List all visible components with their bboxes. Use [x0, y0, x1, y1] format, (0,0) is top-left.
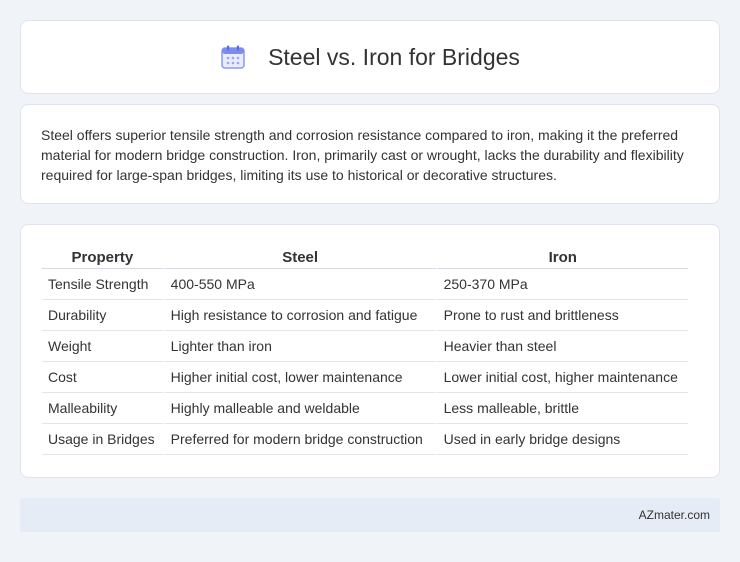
comparison-table-card: Property Steel Iron Tensile Strength 400…	[20, 224, 720, 478]
cell-steel: High resistance to corrosion and fatigue	[162, 300, 436, 331]
cell-property: Cost	[42, 362, 163, 393]
table-row: Usage in Bridges Preferred for modern br…	[42, 424, 688, 455]
summary-text: Steel offers superior tensile strength a…	[41, 127, 684, 183]
header-property: Property	[42, 247, 163, 269]
header-iron: Iron	[435, 247, 688, 269]
cell-iron: Lower initial cost, higher maintenance	[435, 362, 688, 393]
cell-iron: Less malleable, brittle	[435, 393, 688, 424]
cell-property: Tensile Strength	[42, 269, 163, 300]
table-row: Tensile Strength 400-550 MPa 250-370 MPa	[42, 269, 688, 300]
cell-steel: Highly malleable and weldable	[162, 393, 436, 424]
page-title: Steel vs. Iron for Bridges	[268, 43, 520, 70]
cell-property: Usage in Bridges	[42, 424, 163, 455]
comparison-table: Property Steel Iron Tensile Strength 400…	[42, 247, 688, 455]
table-header-row: Property Steel Iron	[42, 247, 688, 269]
cell-steel: Lighter than iron	[162, 331, 436, 362]
cell-iron: Heavier than steel	[435, 331, 688, 362]
table-row: Weight Lighter than iron Heavier than st…	[42, 331, 688, 362]
cell-iron: 250-370 MPa	[435, 269, 688, 300]
cell-steel: Higher initial cost, lower maintenance	[162, 362, 436, 393]
summary-card: Steel offers superior tensile strength a…	[20, 104, 720, 204]
table-row: Malleability Highly malleable and weldab…	[42, 393, 688, 424]
title-card: Steel vs. Iron for Bridges	[20, 20, 720, 94]
table-row: Durability High resistance to corrosion …	[42, 300, 688, 331]
cell-property: Weight	[42, 331, 163, 362]
footer-credit: AZmater.com	[638, 508, 710, 522]
footer-bar: AZmater.com	[20, 498, 720, 532]
cell-iron: Used in early bridge designs	[435, 424, 688, 455]
calendar-icon	[220, 44, 246, 70]
header-steel: Steel	[162, 247, 436, 269]
table-row: Cost Higher initial cost, lower maintena…	[42, 362, 688, 393]
cell-property: Malleability	[42, 393, 163, 424]
cell-property: Durability	[42, 300, 163, 331]
cell-iron: Prone to rust and brittleness	[435, 300, 688, 331]
cell-steel: Preferred for modern bridge construction	[162, 424, 436, 455]
cell-steel: 400-550 MPa	[162, 269, 436, 300]
